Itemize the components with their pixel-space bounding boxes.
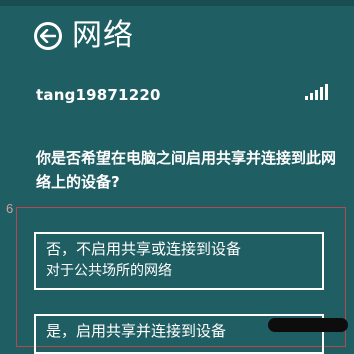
back-arrow-icon (40, 29, 56, 43)
header: 网络 (34, 16, 134, 56)
option-no-sharing-subtitle: 对于公共场所的网络 (46, 263, 172, 279)
sharing-question: 你是否希望在电脑之间启用共享并连接到此网络上的设备? (36, 149, 337, 191)
page-title: 网络 (72, 18, 134, 53)
annotation-marker: 6 (6, 201, 14, 216)
signal-bar (315, 90, 318, 100)
signal-bar (310, 93, 313, 100)
network-name: tang19871220 (36, 86, 161, 104)
redaction-mark (268, 318, 348, 332)
signal-bar (305, 96, 308, 100)
signal-bar (320, 87, 323, 100)
option-no-sharing[interactable]: 否，不启用共享或连接到设备 对于公共场所的网络 (34, 232, 324, 290)
top-strip (0, 0, 354, 6)
wifi-signal-icon (305, 84, 328, 100)
option-no-sharing-title: 否，不启用共享或连接到设备 (46, 240, 242, 258)
back-button[interactable] (34, 22, 62, 50)
signal-bar (325, 84, 328, 100)
